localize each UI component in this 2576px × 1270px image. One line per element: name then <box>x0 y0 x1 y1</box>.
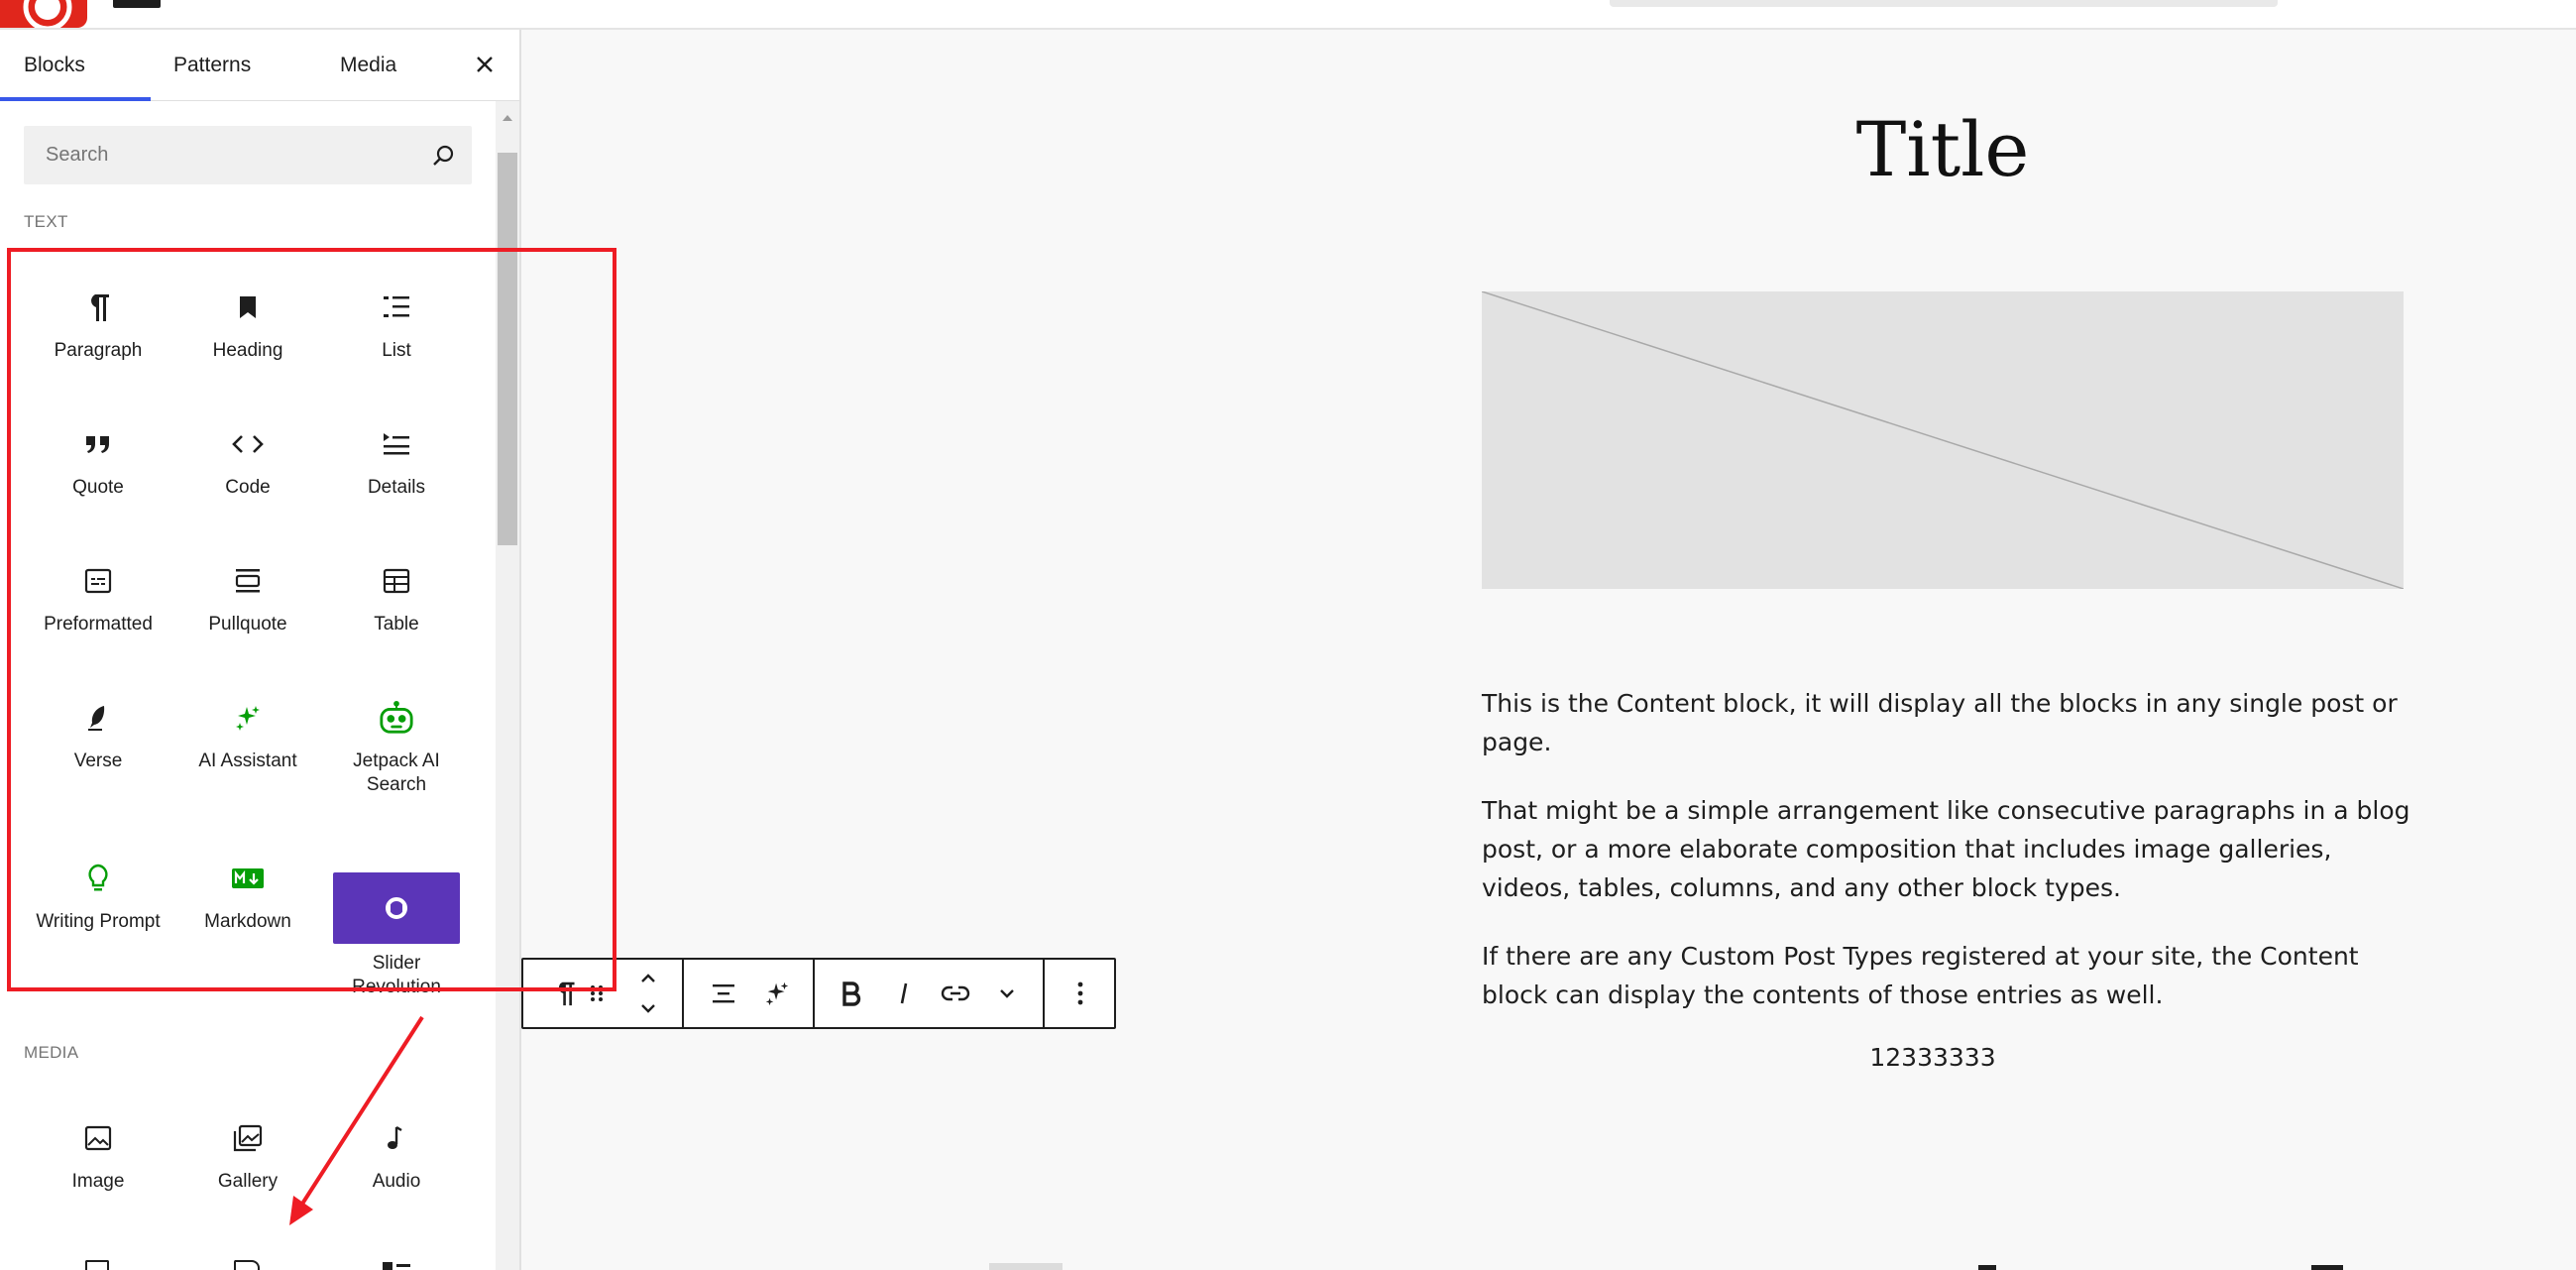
toolbar-divider <box>813 960 815 1027</box>
chevron-down-icon <box>641 1004 655 1013</box>
more-rich-text-button[interactable] <box>981 960 1033 1027</box>
block-label: Audio <box>372 1171 421 1192</box>
search-icon <box>433 145 454 166</box>
block-audio[interactable]: Audio <box>333 1120 460 1194</box>
bold-button[interactable] <box>825 960 876 1027</box>
ai-assistant-button[interactable] <box>751 960 803 1027</box>
content-paragraph[interactable]: If there are any Custom Post Types regis… <box>1482 937 2413 1014</box>
block-file-partial-icon[interactable] <box>234 1260 260 1270</box>
ai-sparkle-icon <box>765 981 789 1006</box>
tab-media[interactable]: Media <box>340 30 396 101</box>
block-label: Image <box>71 1171 125 1192</box>
featured-image-placeholder[interactable] <box>1481 290 2405 590</box>
site-logo-icon <box>23 0 72 28</box>
top-bar <box>0 0 2576 30</box>
tab-patterns[interactable]: Patterns <box>173 30 251 101</box>
toolbar-divider <box>1043 960 1045 1027</box>
footer-link-partial[interactable] <box>2311 1265 2343 1270</box>
move-down-button[interactable] <box>622 993 674 1023</box>
image-icon <box>80 1120 116 1156</box>
close-inserter-button[interactable] <box>468 48 502 81</box>
editor-screen: { "sidebar": { "tabs": [ {"label": "Bloc… <box>0 0 2576 1270</box>
link-icon <box>941 985 970 1001</box>
link-button[interactable] <box>930 960 981 1027</box>
align-button[interactable] <box>698 960 749 1027</box>
bold-icon <box>842 981 861 1006</box>
inserter-tabs: Blocks Patterns Media <box>0 30 519 101</box>
number-paragraph[interactable]: 12333333 <box>1824 1043 2042 1072</box>
block-media-text-partial-icon[interactable] <box>383 1262 410 1270</box>
annotation-highlight-box <box>7 248 616 991</box>
block-label: Gallery <box>217 1171 279 1192</box>
gallery-icon <box>230 1120 266 1156</box>
more-vertical-icon <box>1077 981 1083 1005</box>
block-inserter-toggle[interactable] <box>113 0 161 8</box>
content-paragraph[interactable]: That might be a simple arrangement like … <box>1482 791 2413 907</box>
chevron-up-icon <box>641 974 655 982</box>
category-heading-text: TEXT <box>24 212 68 231</box>
editor-canvas[interactable]: Title This is the Content block, it will… <box>523 30 2576 1270</box>
content-paragraph[interactable]: This is the Content block, it will displ… <box>1482 684 2413 761</box>
chevron-down-icon <box>1000 989 1014 998</box>
post-title[interactable]: Title <box>1645 105 2240 193</box>
command-palette-bar[interactable] <box>1610 0 2278 7</box>
block-search-input[interactable]: Search <box>24 126 472 184</box>
block-cover-partial-icon[interactable] <box>85 1260 109 1270</box>
footer-link-partial[interactable] <box>1978 1265 1996 1270</box>
toolbar-divider <box>682 960 684 1027</box>
category-heading-media: MEDIA <box>24 1043 79 1062</box>
close-icon <box>477 57 493 72</box>
placeholder-diagonal-icon <box>1481 290 2405 590</box>
move-up-button[interactable] <box>622 964 674 993</box>
block-image[interactable]: Image <box>35 1120 162 1194</box>
site-logo-button[interactable] <box>0 0 87 28</box>
italic-icon <box>900 982 908 1004</box>
block-gallery[interactable]: Gallery <box>184 1120 311 1194</box>
footer-element-partial <box>989 1263 1063 1270</box>
align-center-icon <box>713 984 734 1003</box>
tab-blocks[interactable]: Blocks <box>0 30 151 101</box>
audio-icon <box>379 1120 414 1156</box>
scroll-up-arrow-icon[interactable] <box>503 115 512 121</box>
italic-button[interactable] <box>878 960 930 1027</box>
search-placeholder: Search <box>46 144 109 166</box>
options-button[interactable] <box>1055 960 1106 1027</box>
